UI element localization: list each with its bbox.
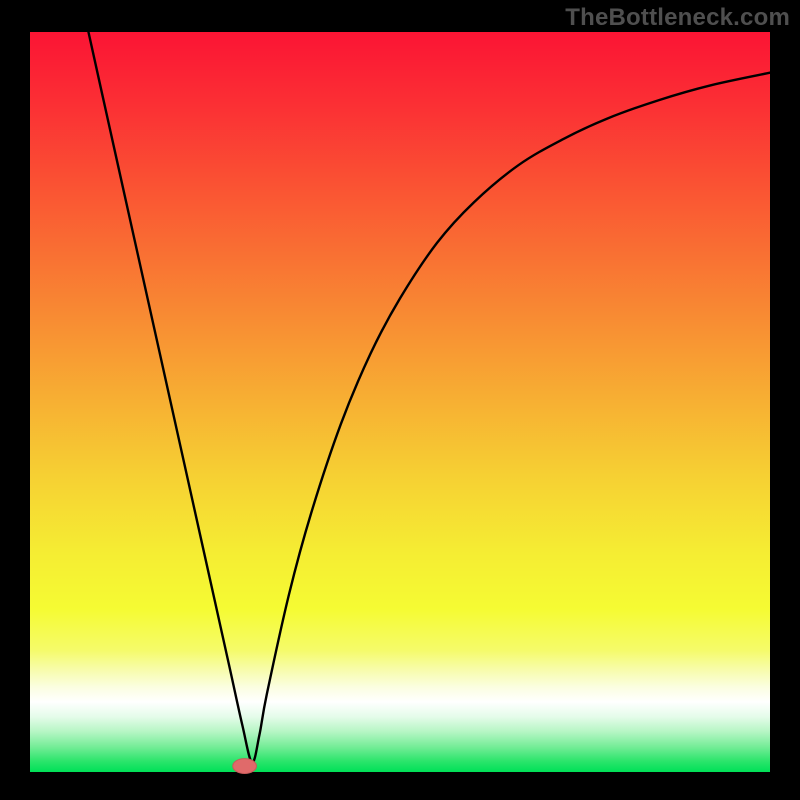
- bottleneck-chart: [0, 0, 800, 800]
- minimum-marker: [233, 759, 257, 774]
- plot-background: [30, 32, 770, 772]
- chart-frame: TheBottleneck.com: [0, 0, 800, 800]
